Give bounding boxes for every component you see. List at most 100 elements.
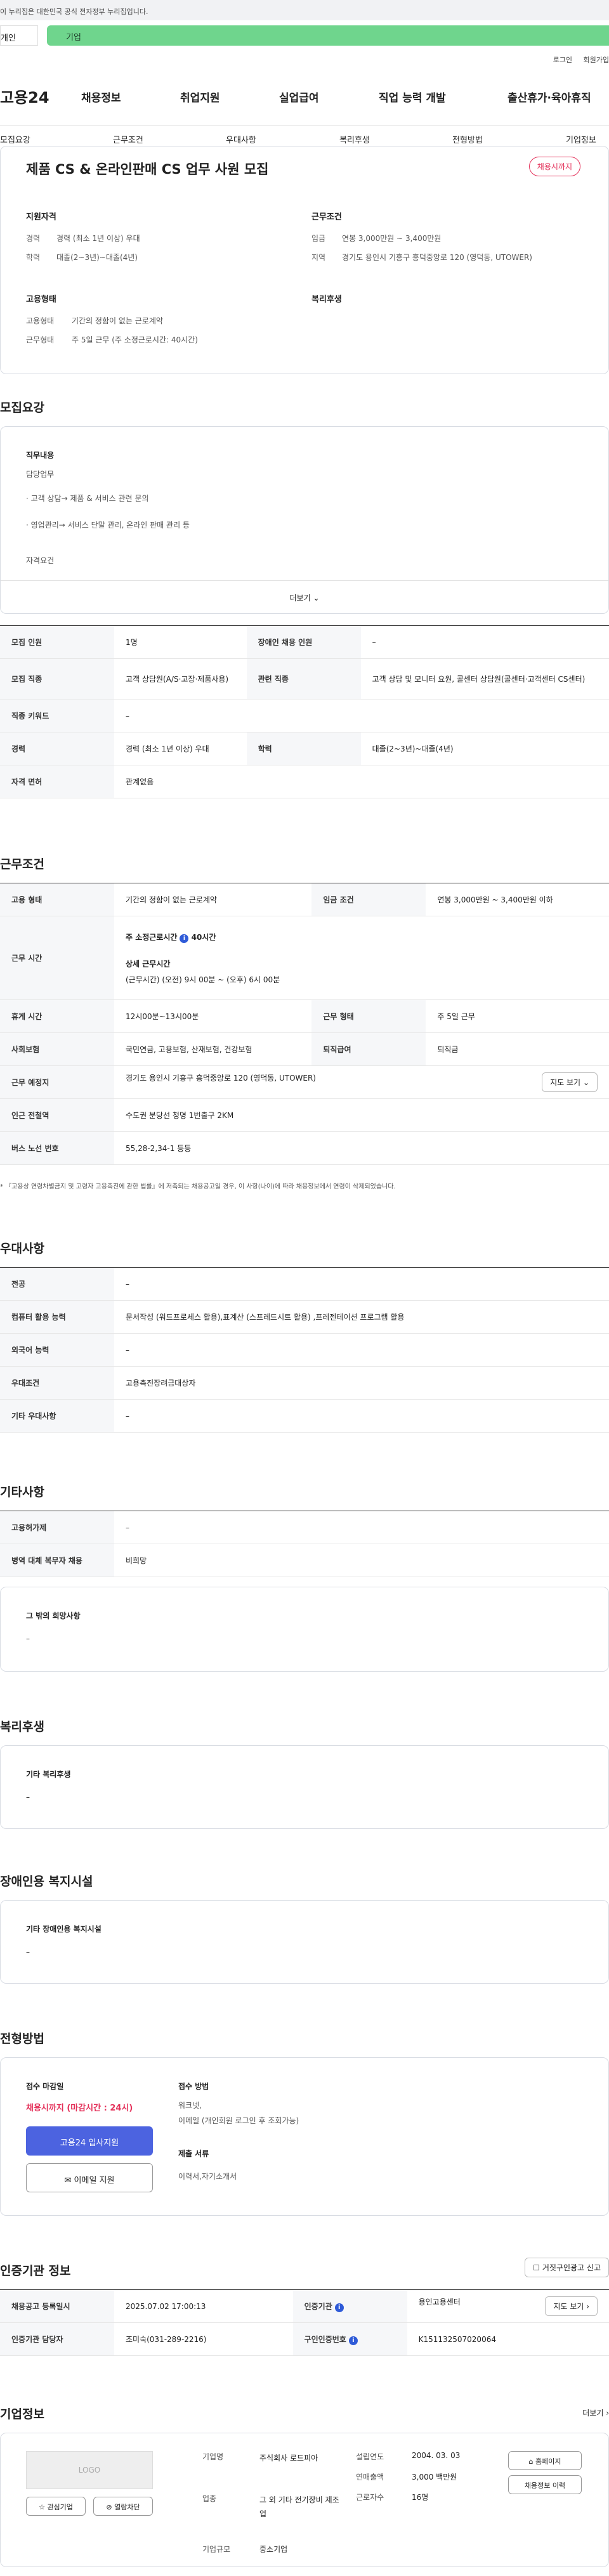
table-row: 고용허가제 –	[0, 1511, 609, 1544]
join-link[interactable]: 회원가입	[584, 56, 609, 64]
info-icon[interactable]: i	[348, 2336, 358, 2345]
table-row: 사회보험 국민연금, 고용보험, 산재보험, 건강보험 퇴직급여 퇴직금	[0, 1032, 609, 1066]
global-nav: 고용24 채용정보 취업지원 실업급여 직업 능력 개발 출산휴가·육아휴직	[0, 82, 609, 114]
cell-label: 외국어 능력	[0, 1333, 114, 1367]
gnb-item-unemployment[interactable]: 실업급여	[279, 89, 319, 105]
deadline-value: 채용시까지 (마감시간 : 24시)	[26, 2104, 133, 2113]
map-button-label: 지도 보기	[550, 1078, 581, 1087]
tab-individual[interactable]: 개인	[0, 25, 38, 46]
cell-label: 인증기관 담당자	[0, 2322, 114, 2356]
disability-heading: 장애인용 복지시설	[0, 1875, 93, 1889]
agency-map-button[interactable]: 지도 보기 ›	[545, 2296, 598, 2316]
wage-label: 임금	[311, 234, 326, 243]
apply-button-label: 고용24 입사지원	[60, 2138, 119, 2148]
company-more-link[interactable]: 더보기 ›	[582, 2407, 609, 2418]
hours-week-value: 40시간	[191, 932, 216, 942]
cell-label: 모집 인원	[0, 625, 114, 659]
revenue-label: 연매출액	[356, 2473, 384, 2482]
etc-heading: 기타사항	[0, 1485, 44, 1499]
etc-table: 고용허가제 – 병역 대체 복무자 채용 비희망	[0, 1511, 609, 1577]
revenue-value: 3,000 백만원	[412, 2473, 457, 2482]
cell-label: 경력	[0, 732, 114, 765]
hours-detail-title: 상세 근무시간	[126, 959, 171, 968]
certified-heading: 인증기관 정보	[0, 2264, 71, 2278]
table-row: 근무 시간 주 소정근로시간 i 40시간 상세 근무시간 (근무시간) (오전)…	[0, 916, 609, 1000]
disability-title: 기타 장애인용 복지시설	[26, 1925, 102, 1934]
apply-button[interactable]: 고용24 입사지원	[26, 2126, 153, 2156]
cell-label: 전공	[0, 1267, 114, 1301]
gnb-item-jobs[interactable]: 채용정보	[81, 89, 121, 105]
homepage-button[interactable]: ⌂ 홈페이지	[508, 2451, 582, 2470]
founded-value: 2004. 03. 03	[412, 2451, 461, 2460]
subnav-welfare[interactable]: 복리후생	[339, 133, 370, 145]
cell-value: 조미숙(031-289-2216)	[114, 2322, 293, 2356]
table-row: 자격 면허 관계없음	[0, 765, 609, 798]
subnav-preference[interactable]: 우대사항	[226, 133, 256, 145]
job-history-button[interactable]: 채용정보 이력	[508, 2475, 582, 2494]
welfare-title: 기타 복리후생	[26, 1770, 71, 1779]
map-button[interactable]: 지도 보기 ⌄	[542, 1072, 598, 1092]
block-company-button[interactable]: ⊘ 열람차단	[93, 2497, 153, 2516]
subnav-selection[interactable]: 전형방법	[452, 133, 483, 145]
cell-label: 버스 노선 번호	[0, 1131, 114, 1165]
conditions-table: 고용 형태 기간의 정함이 없는 근로계약 임금 조건 연봉 3,000만원 ~ 3,…	[0, 883, 609, 1165]
place-cell: 경기도 용인시 기흥구 흥덕중앙로 120 (영덕동, UTOWER) 지도 보기…	[114, 1065, 609, 1099]
table-row: 경력 경력 (최소 1년 이상) 우대 학력 대졸(2~3년)~대졸(4년)	[0, 732, 609, 765]
star-icon: ☆	[39, 2503, 45, 2511]
cell-label: 기타 우대사항	[0, 1399, 114, 1433]
subnav-conditions[interactable]: 근무조건	[113, 133, 143, 145]
login-link[interactable]: 로그인	[553, 56, 572, 64]
email-apply-label: 이메일 지원	[74, 2176, 115, 2185]
subnav-company[interactable]: 기업정보	[566, 133, 596, 145]
company-card: LOGO ☆ 관심기업 ⊘ 열람차단 기업명 주식회사 로드피아 업종 그 외 …	[0, 2433, 609, 2567]
worktype-label: 근무형태	[26, 335, 55, 344]
block-label: 열람차단	[114, 2503, 140, 2511]
staff-value: 16명	[412, 2493, 429, 2502]
table-row: 전공 –	[0, 1267, 609, 1301]
user-type-tabs: 개인 기업	[0, 25, 609, 46]
cell-value: 관계없음	[114, 765, 609, 798]
welfare-section-heading: 복리후생	[0, 1720, 44, 1734]
cell-value: K151132507020064	[407, 2322, 609, 2356]
map-button-label: 지도 보기	[553, 2302, 584, 2311]
selection-heading: 전형방법	[0, 2032, 44, 2046]
chevron-down-icon: ⌄	[582, 1078, 589, 1087]
gnb-item-employment-support[interactable]: 취업지원	[180, 89, 220, 105]
more-label: 더보기	[289, 594, 311, 602]
cell-label: 컴퓨터 활용 능력	[0, 1300, 114, 1334]
cell-label: 병역 대체 복무자 채용	[0, 1544, 114, 1577]
age-notice: * 『고용상 연령차별금지 및 고령자 고용촉진에 관한 법률』에 저촉되는 채…	[0, 1183, 396, 1190]
company-name-label: 기업명	[202, 2452, 224, 2461]
favorite-company-button[interactable]: ☆ 관심기업	[26, 2497, 86, 2516]
tab-company[interactable]: 기업	[47, 25, 609, 46]
hours-week: 주 소정근로시간 i 40시간	[126, 932, 598, 943]
info-icon[interactable]: i	[334, 2303, 344, 2312]
site-logo[interactable]: 고용24	[0, 85, 49, 107]
cell-label: 인근 전철역	[0, 1098, 114, 1132]
info-icon[interactable]: i	[180, 933, 189, 943]
cell-label: 사회보험	[0, 1032, 114, 1066]
cell-label: 근무 형태	[311, 999, 426, 1033]
cell-value: 1명	[114, 625, 247, 659]
favorite-label: 관심기업	[47, 2503, 73, 2511]
cell-value: 고용촉진장려금대상자	[114, 1366, 609, 1400]
more-button[interactable]: 더보기 ⌄	[1, 580, 608, 613]
table-row: 우대조건 고용촉진장려금대상자	[0, 1366, 609, 1400]
qualification-heading: 지원자격	[26, 212, 56, 222]
report-button[interactable]: ☐ 거짓구인광고 신고	[525, 2258, 609, 2277]
certified-table: 채용공고 등록일시 2025.07.02 17:00:13 인증기관 i 용인고용센터 지…	[0, 2289, 609, 2356]
cell-label: 근무 시간	[0, 916, 114, 1000]
table-row: 기타 우대사항 –	[0, 1399, 609, 1433]
home-icon: ⌂	[528, 2457, 534, 2466]
hours-cell: 주 소정근로시간 i 40시간 상세 근무시간 (근무시간) (오전) 9시 00…	[114, 916, 609, 1000]
gnb-item-parental-leave[interactable]: 출산휴가·육아휴직	[508, 89, 591, 105]
welfare-card: 기타 복리후생 –	[0, 1745, 609, 1829]
gnb-item-training[interactable]: 직업 능력 개발	[379, 89, 446, 105]
duty-item: · 영업관리→ 서비스 단말 관리, 온라인 판매 관리 등	[26, 521, 190, 530]
email-apply-button[interactable]: ✉ 이메일 지원	[26, 2163, 153, 2192]
cert-label: 구인인증번호	[304, 2334, 346, 2344]
conditions-heading: 근무조건	[311, 212, 342, 222]
chevron-right-icon: ›	[586, 2302, 589, 2311]
size-value: 중소기업	[259, 2545, 288, 2554]
subnav-recruit[interactable]: 모집요강	[0, 133, 30, 145]
